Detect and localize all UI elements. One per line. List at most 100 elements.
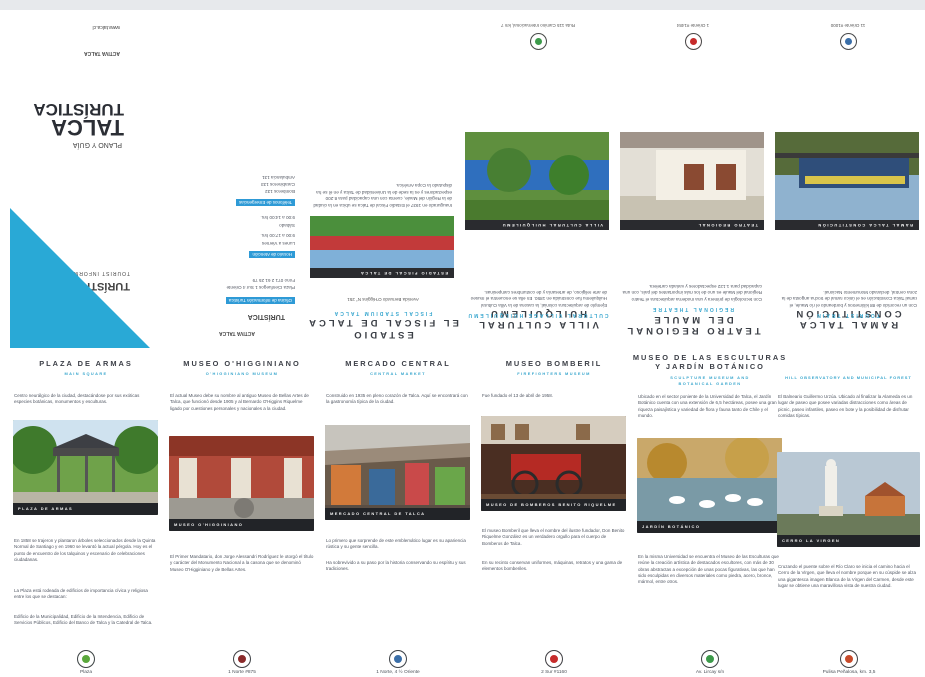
photo-plaza-de-armas: PLAZA DE ARMAS <box>13 420 158 515</box>
cover-horario-hours: 9:00 a 17:00 hrs. <box>260 233 295 238</box>
church-icon <box>840 650 858 668</box>
column-subtitle: HILL OBSERVATORY AND MUNICIPAL FOREST <box>785 375 912 380</box>
photo-cerro-la-virgen: CERRO LA VIRGEN <box>777 452 920 547</box>
column-intro: El actual Museo debe su nombre al antigu… <box>170 393 309 411</box>
upper-subtitle-villa: CULTURAL VILLAGE HUILQUILEMU <box>466 312 609 318</box>
cover-horario-days: Lunes a Viernes <box>261 241 295 246</box>
column-body-1: Cruzando el puente sobre el Río Claro se… <box>778 564 917 588</box>
column-body-2: En su recinto conservan uniformes, máqui… <box>482 560 623 572</box>
column-subtitle: CENTRAL MARKET <box>370 371 426 376</box>
cover-blue-band <box>10 208 150 348</box>
upper-photo-teatro: TEATRO REGIONAL <box>620 132 764 230</box>
column-intro: Fue fundado el 13 de abril de 1958. <box>482 393 554 398</box>
column-museo-ohigginiano: MUSEO O'HIGGINIANO O'HIGGINIANO MUSEUM E… <box>164 348 320 677</box>
cover-sabado: Sábado <box>279 223 295 228</box>
upper-photo-villa: VILLA CULTURAL HUILQUILEMU <box>465 132 609 230</box>
cover-website: www.talca.cl <box>92 24 120 30</box>
train-icon <box>840 33 857 50</box>
upper-column-teatro: TEATRO REGIONAL DEL MAULE REGIONAL THEAT… <box>615 8 770 348</box>
upper-caption-ramal: RAMAL TALCA CONSTITUCIÓN <box>775 220 919 230</box>
upper-text-villa: Ejemplo de arquitectura colonial, la cas… <box>470 289 607 308</box>
column-subtitle: O'HIGGINIANO MUSEUM <box>205 371 279 376</box>
column-body-3: Edificio de la Municipalidad, Edificio d… <box>14 614 153 626</box>
column-cerro-la-virgen: HILL OBSERVATORY AND MUNICIPAL FOREST El… <box>772 348 925 677</box>
upper-text-ramal: Con un recorrido de 88 kilómetros y bord… <box>781 289 917 308</box>
column-title: MERCADO CENTRAL <box>345 359 451 368</box>
column-mercado-central: MERCADO CENTRAL CENTRAL MARKET Construid… <box>320 348 476 677</box>
column-subtitle: MAIN SQUARE <box>64 371 108 376</box>
column-body-2: La Plaza está rodeada de edificios de im… <box>14 588 148 600</box>
column-body-1: En 1858 se trajeron y plantaron árboles … <box>14 538 156 562</box>
upper-title-estadio-2: ESTADIO <box>351 329 414 340</box>
cover-emergencia-3: Ambulancia 131 <box>262 175 295 180</box>
cover-plan-title: PLANO Y GUÍA <box>72 141 122 148</box>
upper-cover: ACTIVA TALCA TURÍSTICA Oficina de Inform… <box>150 8 305 348</box>
column-intro: El Balneario Guillermo Urzúa. Ubicado al… <box>778 394 913 418</box>
upper-title-teatro: TEATRO REGIONAL DEL MAULE <box>624 314 761 336</box>
cover-emergencia-2: Carabineros 133 <box>261 182 295 187</box>
cover-sabado-hours: 9:00 a 14:00 hrs. <box>260 215 295 220</box>
park-icon <box>77 650 95 668</box>
upper-address-villa: Ruta 115 Camino Internacional, km 7 <box>501 23 575 28</box>
fire-truck-icon <box>545 650 563 668</box>
upper-column-estadio: ESTADIO EL FISCAL DE TALCA FISCAL STADIU… <box>305 8 460 348</box>
column-museo-bomberil: MUSEO BOMBERIL FIREFIGHTERS MUSEUM Fue f… <box>476 348 632 677</box>
leaf-icon <box>701 650 719 668</box>
cover-emergencia-1: Bomberos 132 <box>265 189 295 194</box>
market-icon <box>389 650 407 668</box>
upper-title-estadio: EL FISCAL DE TALCA <box>306 317 459 328</box>
column-body-2: Ha sobrevivido a su paso por la historia… <box>326 560 466 572</box>
upper-address-estadio: Avenida Bernardo O'Higgins N° 251 <box>347 297 419 302</box>
column-intro: Ubicado en el sector poniente de la Univ… <box>638 394 777 418</box>
column-title: MUSEO O'HIGGINIANO <box>183 359 301 368</box>
column-subtitle: FIREFIGHTERS MUSEUM <box>517 371 591 376</box>
upper-photo-estadio: ESTADIO FISCAL DE TALCA <box>310 216 454 278</box>
pin-label: 2 Sur #1160 <box>541 670 567 675</box>
photo-museo-bomberil: MUSEO DE BOMBEROS BENITO RIQUELME <box>481 416 626 511</box>
photo-museo-ohigginiano: MUSEO O'HIGGINIANO <box>169 436 314 531</box>
cover-turistica-title: TURÍSTICA <box>33 100 124 119</box>
church-icon <box>530 33 547 50</box>
upper-photo-ramal: RAMAL TALCA CONSTITUCIÓN <box>775 132 919 230</box>
column-subtitle: SCULPTURE MUSEUM AND BOTANICAL GARDEN <box>670 375 750 386</box>
column-plaza-de-armas: PLAZA DE ARMAS MAIN SQUARE Centro neurál… <box>8 348 164 677</box>
upper-caption-teatro: TEATRO REGIONAL <box>620 220 764 230</box>
pin-label: Pulisa Peñalosa, km. 3,5 <box>822 670 876 675</box>
upper-cover-main: TURÍSTICA TOURIST INFORMATION PLANO Y GU… <box>0 8 150 348</box>
column-body-1: El Primer Mandatario, don Jorge Alessand… <box>170 554 314 572</box>
upper-column-villa: VILLA CULTURAL HUILQUILEMU CULTURAL VILL… <box>460 8 615 348</box>
cover-address: Plaza Cienfuegos 1 Sur 4 Oriente Fono 07… <box>226 278 295 290</box>
brochure-upper-half: RAMAL TALCA CONSTITUCIÓN TOURIST TRAIN C… <box>0 8 925 348</box>
upper-text-teatro: Con tecnología de primera y una moderna … <box>622 283 762 302</box>
photo-jardin-botanico: JARDÍN BOTÁNICO <box>637 438 782 533</box>
cover-brand: ACTIVA TALCA <box>83 50 120 56</box>
column-title: PLAZA DE ARMAS <box>39 359 133 368</box>
photo-caption: CERRO LA VIRGEN <box>777 535 920 547</box>
upper-subtitle-ramal: TOURIST TRAIN <box>815 312 880 318</box>
upper-address-teatro: 1 Oriente #1484 <box>676 23 710 28</box>
column-intro: Centro neurálgico de la ciudad, destacán… <box>14 393 140 405</box>
photo-caption: PLAZA DE ARMAS <box>13 503 158 515</box>
column-body-1: Lo primero que sorprende de este emblemá… <box>326 538 466 550</box>
photo-caption: MUSEO O'HIGGINIANO <box>169 519 314 531</box>
upper-caption-villa: VILLA CULTURAL HUILQUILEMU <box>465 220 609 230</box>
upper-column-ramal: RAMAL TALCA CONSTITUCIÓN TOURIST TRAIN C… <box>770 8 925 348</box>
upper-text-estadio: Inaugurado en 1937 el Estadio Fiscal de … <box>313 183 452 208</box>
cover-oficina-label: Oficina de Información Turística <box>225 297 295 304</box>
upper-subtitle-estadio: FISCAL STADIUM TALCA <box>332 310 433 316</box>
photo-caption: JARDÍN BOTÁNICO <box>637 521 782 533</box>
cover-turistica: TURÍSTICA <box>247 313 285 320</box>
photo-caption: MERCADO CENTRAL DE TALCA <box>325 508 470 520</box>
column-museo-esculturas: MUSEO DE LAS ESCULTURAS Y JARDÍN BOTÁNIC… <box>632 348 788 677</box>
cover-brand-small: ACTIVA TALCA <box>218 330 255 336</box>
cover-horario-label: Horario de Atención <box>249 251 295 258</box>
column-body-1: En la misma Universidad se encuentra el … <box>638 554 779 585</box>
column-intro: Construido en 1935 en pleno corazón de T… <box>326 393 468 405</box>
column-title-line2: Y JARDÍN BOTÁNICO <box>655 362 765 371</box>
cover-talca-title: TALCA <box>51 115 124 140</box>
upper-subtitle-teatro: REGIONAL THEATRE <box>651 306 734 312</box>
upper-address-ramal: 11 Oriente #1000 <box>830 23 866 28</box>
museum-icon <box>233 650 251 668</box>
photo-caption: MUSEO DE BOMBEROS BENITO RIQUELME <box>481 499 626 511</box>
theatre-icon <box>685 33 702 50</box>
